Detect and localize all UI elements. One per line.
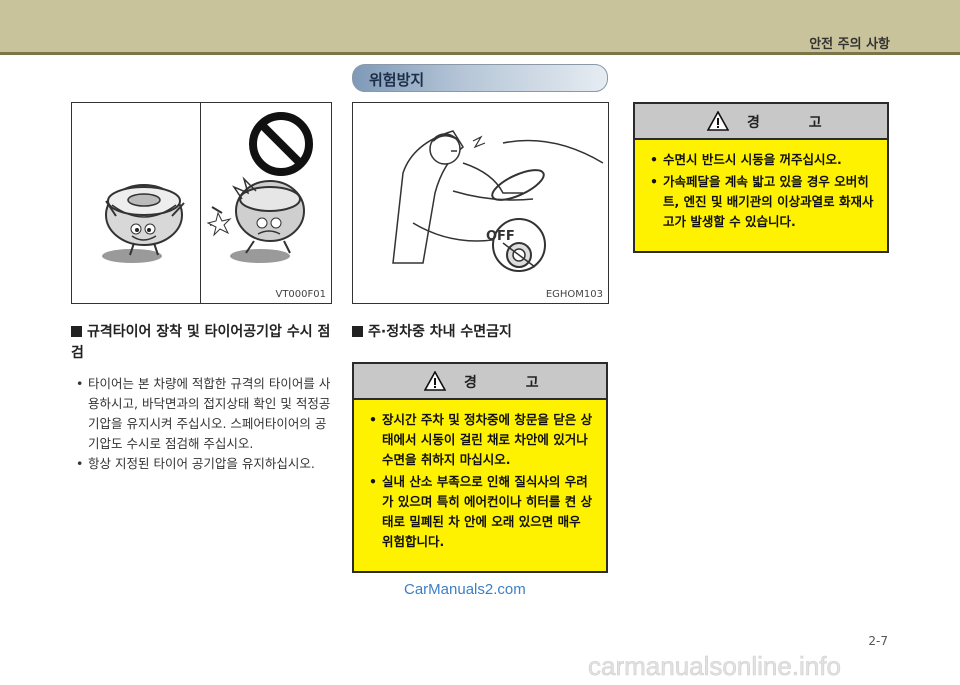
sleep-warning-list: 장시간 주차 및 정차중에 창문을 닫은 상태에서 시동이 걸린 채로 차안에 … (368, 410, 596, 554)
footer-watermark-text: carmanualsonline.info (588, 651, 841, 681)
figure-code: EGHOM103 (545, 289, 603, 300)
tire-illustration (102, 112, 313, 263)
warning-triangle-icon (424, 371, 446, 391)
square-bullet-icon (352, 326, 363, 337)
footer-watermark: carmanualsonline.info (588, 651, 842, 682)
tire-bullet-list: 타이어는 본 차량에 적합한 규격의 타이어를 사용하시고, 바닥면과의 접지상… (74, 374, 336, 474)
list-item: 실내 산소 부족으로 인해 질식사의 우려가 있으며 특히 에어컨이나 히터를 … (368, 472, 596, 552)
sleep-heading-text: 주·정차중 차내 수면금지 (368, 324, 512, 340)
section-title: 안전 주의 사항 (809, 37, 890, 52)
topic-pill: 위험방지 (352, 64, 608, 92)
sleep-warning-box: 경 고 장시간 주차 및 정차중에 창문을 닫은 상태에서 시동이 걸린 채로 … (352, 362, 608, 573)
warning-title: 경 고 (464, 375, 561, 391)
topic-pill-label: 위험방지 (369, 71, 425, 89)
sleep-heading: 주·정차중 차내 수면금지 (352, 322, 612, 343)
ignition-off-label: OFF (486, 229, 515, 244)
list-item: 가속페달을 계속 밟고 있을 경우 오버히트, 엔진 및 배기관의 이상과열로 … (649, 172, 877, 232)
site-watermark: CarManuals2.com (404, 581, 526, 598)
idle-warning-box: 경 고 수면시 반드시 시동을 꺼주십시오. 가속페달을 계속 밟고 있을 경우… (633, 102, 889, 253)
warning-title: 경 고 (747, 115, 844, 131)
tire-heading-text: 규격타이어 장착 및 타이어공기압 수시 점검 (71, 324, 331, 361)
warning-header: 경 고 (635, 104, 887, 140)
tire-heading: 규격타이어 장착 및 타이어공기압 수시 점검 (71, 322, 333, 364)
idle-warning-list: 수면시 반드시 시동을 꺼주십시오. 가속페달을 계속 밟고 있을 경우 오버히… (649, 150, 877, 234)
list-item: 수면시 반드시 시동을 꺼주십시오. (649, 150, 877, 170)
list-item: 항상 지정된 타이어 공기압을 유지하십시오. (74, 454, 336, 474)
tire-figure: VT000F01 (71, 102, 332, 304)
driver-illustration (392, 130, 604, 272)
sleeping-driver-figure: OFF EGHOM103 (352, 102, 609, 304)
header-rule (0, 52, 960, 55)
list-item: 장시간 주차 및 정차중에 창문을 닫은 상태에서 시동이 걸린 채로 차안에 … (368, 410, 596, 470)
warning-triangle-icon (707, 111, 729, 131)
figure-code: VT000F01 (275, 289, 326, 300)
list-item: 타이어는 본 차량에 적합한 규격의 타이어를 사용하시고, 바닥면과의 접지상… (74, 374, 336, 454)
square-bullet-icon (71, 326, 82, 337)
warning-header: 경 고 (354, 364, 606, 400)
